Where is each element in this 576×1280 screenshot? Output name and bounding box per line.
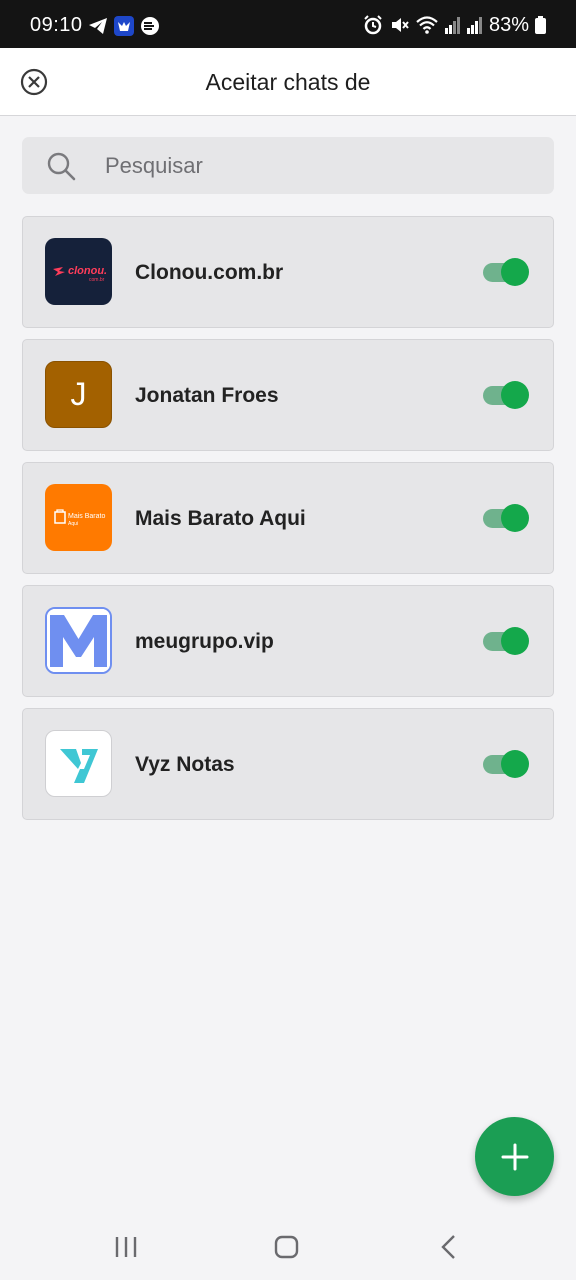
avatar-letter: J — [70, 376, 87, 412]
svg-text:Aqui: Aqui — [68, 521, 78, 527]
status-time: 09:10 — [30, 14, 83, 36]
back-icon — [441, 1235, 455, 1259]
battery-icon — [535, 16, 546, 34]
avatar: clonou. com.br — [45, 238, 112, 305]
home-button[interactable] — [272, 1232, 302, 1262]
avatar — [45, 730, 112, 797]
list-item[interactable]: Vyz Notas — [22, 708, 554, 820]
list-item-label: Clonou.com.br — [135, 261, 284, 284]
enable-toggle[interactable] — [483, 257, 529, 287]
chat-source-list: clonou. com.br Clonou.com.br J Jonatan F… — [22, 216, 554, 831]
wifi-icon — [416, 16, 438, 34]
list-item[interactable]: clonou. com.br Clonou.com.br — [22, 216, 554, 328]
status-bar: 09:10 83% — [0, 0, 576, 48]
list-item-label: Mais Barato Aqui — [135, 507, 306, 530]
navigation-bar — [0, 1212, 576, 1280]
recents-button[interactable] — [111, 1232, 141, 1262]
svg-text:clonou.: clonou. — [68, 265, 107, 277]
battery-percent: 83% — [488, 13, 529, 36]
app-header: Aceitar chats de — [0, 48, 576, 116]
mais-barato-logo-icon: Mais Barato Aqui — [53, 508, 105, 527]
enable-toggle[interactable] — [483, 626, 529, 656]
add-button[interactable] — [475, 1117, 554, 1196]
plus-icon — [501, 1143, 528, 1170]
signal-icon — [466, 17, 482, 34]
avatar: Mais Barato Aqui — [45, 484, 112, 551]
search-icon — [47, 152, 76, 181]
status-left-icons — [88, 16, 160, 36]
recents-icon — [115, 1237, 137, 1257]
status-right-icons: 83% — [363, 14, 546, 36]
data-saver-icon — [141, 17, 159, 35]
meugrupo-logo-icon — [47, 609, 110, 672]
signal-icon — [444, 17, 460, 34]
vyz-logo-icon — [59, 748, 98, 783]
alarm-icon — [364, 15, 382, 35]
list-item-label: Jonatan Froes — [135, 384, 279, 407]
list-item[interactable]: meugrupo.vip — [22, 585, 554, 697]
mute-icon — [391, 18, 409, 32]
enable-toggle[interactable] — [483, 380, 529, 410]
list-item[interactable]: Mais Barato Aqui Mais Barato Aqui — [22, 462, 554, 574]
avatar — [45, 607, 112, 674]
search-bar — [22, 137, 554, 194]
clonou-logo-icon: clonou. com.br — [52, 265, 107, 283]
enable-toggle[interactable] — [483, 503, 529, 533]
svg-text:Mais Barato: Mais Barato — [68, 513, 105, 520]
list-item-label: meugrupo.vip — [135, 630, 274, 653]
enable-toggle[interactable] — [483, 749, 529, 779]
back-button[interactable] — [434, 1232, 464, 1262]
app-shield-icon — [114, 16, 134, 36]
page-title: Aceitar chats de — [205, 69, 371, 95]
telegram-icon — [89, 18, 107, 34]
list-item-label: Vyz Notas — [135, 753, 235, 776]
search-input[interactable] — [105, 137, 525, 194]
svg-text:com.br: com.br — [89, 277, 105, 283]
home-icon — [274, 1235, 299, 1259]
list-item[interactable]: J Jonatan Froes — [22, 339, 554, 451]
avatar: J — [45, 361, 112, 428]
